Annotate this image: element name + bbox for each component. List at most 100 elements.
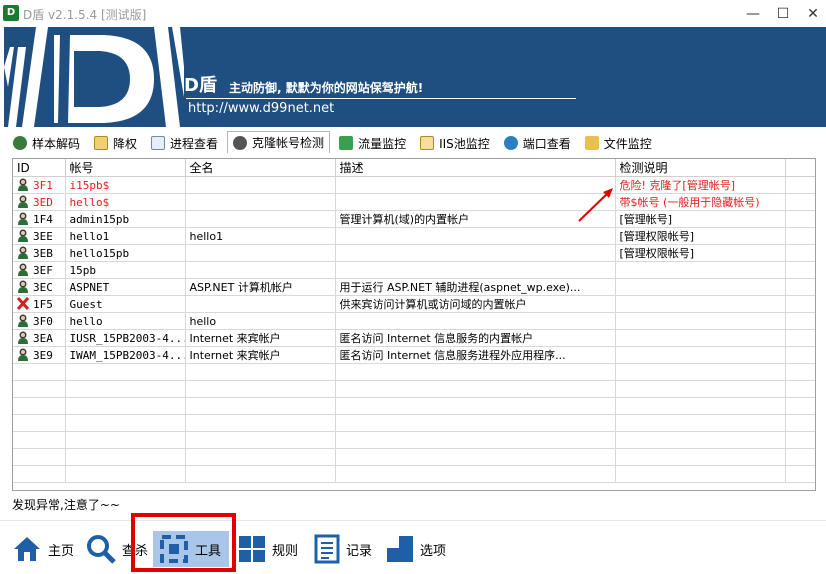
- cell-empty: [65, 414, 186, 432]
- table-row-empty[interactable]: [13, 380, 815, 398]
- cell-empty: [335, 414, 616, 432]
- bottom-nav: 主页 查杀 工具 规则 记录 选项: [0, 520, 826, 574]
- tab-iis-pool-monitor[interactable]: IIS池监控: [415, 133, 495, 153]
- cell-empty: [13, 414, 66, 432]
- cell-empty: [13, 431, 66, 449]
- cell-detection-note: [615, 329, 786, 347]
- close-button[interactable]: ✕: [800, 2, 826, 26]
- cell-filler: [785, 244, 815, 262]
- cell-description: [335, 227, 616, 245]
- tab-label: 样本解码: [32, 136, 81, 151]
- website-link[interactable]: http://www.d99net.net: [188, 101, 334, 116]
- tool-tabs: 样本解码 降权 进程查看 克隆帐号检测 流量监控 IIS池监控 端口查看 文件监…: [8, 131, 657, 153]
- table-row[interactable]: 3EE hello1 hello1 [管理权限帐号]: [13, 227, 815, 245]
- cell-empty: [335, 380, 616, 398]
- cell-id: 3EF: [13, 261, 66, 279]
- rules-grid-icon: [239, 536, 265, 562]
- annotation-arrow-icon: [578, 188, 613, 222]
- cell-description: [335, 312, 616, 330]
- table-row-empty[interactable]: [13, 397, 815, 415]
- table-row[interactable]: 1F4 admin15pb 管理计算机(域)的内置帐户 [管理帐号]: [13, 210, 815, 228]
- cell-empty: [615, 363, 786, 381]
- account-id: 3E9: [33, 349, 53, 362]
- table-row[interactable]: 3EC ASPNET ASP.NET 计算机帐户 用于运行 ASP.NET 辅助进程(…: [13, 278, 815, 296]
- tab-downgrade[interactable]: 降权: [89, 133, 142, 153]
- iis-pool-icon: [420, 136, 435, 150]
- cell-detection-note: [615, 278, 786, 296]
- account-id: 3ED: [33, 196, 53, 209]
- tab-label: 克隆帐号检测: [252, 136, 325, 150]
- cell-empty: [13, 397, 66, 415]
- account-id: 3EB: [33, 247, 53, 260]
- traffic-icon: [339, 136, 354, 150]
- downgrade-icon: [94, 136, 109, 150]
- column-header-fullname[interactable]: 全名: [185, 159, 336, 177]
- cell-empty: [185, 431, 336, 449]
- banner-slogan: 主动防御, 默默为你的网站保驾护航!: [229, 81, 424, 95]
- cell-fullname: [185, 261, 336, 279]
- cell-empty: [185, 363, 336, 381]
- column-header-id[interactable]: ID: [13, 159, 66, 177]
- maximize-button[interactable]: ☐: [770, 2, 796, 26]
- nav-label: 选项: [420, 543, 447, 559]
- table-row[interactable]: 3ED hello$ 带$帐号 (一般用于隐藏帐号): [13, 193, 815, 211]
- table-row-empty[interactable]: [13, 431, 815, 449]
- table-row[interactable]: 1F5 Guest 供来宾访问计算机或访问域的内置帐户: [13, 295, 815, 313]
- cell-empty: [13, 380, 66, 398]
- cell-detection-note: [615, 295, 786, 313]
- tab-file-monitor[interactable]: 文件监控: [580, 133, 657, 153]
- tab-label: 进程查看: [170, 136, 219, 151]
- nav-label: 记录: [346, 543, 373, 559]
- table-row[interactable]: 3EB hello15pb [管理权限帐号]: [13, 244, 815, 262]
- table-row-empty[interactable]: [13, 363, 815, 381]
- cell-filler: [785, 210, 815, 228]
- d-shield-logo-icon: [4, 27, 184, 127]
- table-row[interactable]: 3F0 hello hello: [13, 312, 815, 330]
- nav-label: 规则: [272, 543, 299, 559]
- cell-empty: [785, 397, 815, 415]
- table-row-empty[interactable]: [13, 414, 815, 432]
- tab-sample-decode[interactable]: 样本解码: [8, 133, 85, 153]
- cell-empty: [785, 431, 815, 449]
- cell-id: 1F5: [13, 295, 66, 313]
- nav-home-button[interactable]: 主页: [6, 531, 80, 567]
- table-row[interactable]: 3EA IUSR_15PB2003-4... Internet 来宾帐户 匿名访问 I…: [13, 329, 815, 347]
- cell-empty: [65, 380, 186, 398]
- tab-process-view[interactable]: 进程查看: [146, 133, 223, 153]
- cell-account: IWAM_15PB2003-4...: [65, 346, 186, 364]
- account-table[interactable]: ID 帐号 全名 描述 检测说明 3F1 i15pb$ 危险! 克隆了[管理帐号] 3…: [12, 158, 816, 491]
- account-id: 3EF: [33, 264, 53, 277]
- cell-empty: [65, 397, 186, 415]
- column-header-description[interactable]: 描述: [335, 159, 616, 177]
- cell-empty: [185, 414, 336, 432]
- cell-id: 3EB: [13, 244, 66, 262]
- column-header-detection-note[interactable]: 检测说明: [615, 159, 786, 177]
- cell-filler: [785, 193, 815, 211]
- table-row[interactable]: 3E9 IWAM_15PB2003-4... Internet 来宾帐户 匿名访问 I…: [13, 346, 815, 364]
- port-globe-icon: [503, 136, 518, 150]
- tab-clone-account-check[interactable]: 克隆帐号检测: [227, 131, 331, 153]
- cell-description: [335, 244, 616, 262]
- cell-empty: [615, 431, 786, 449]
- table-row-empty[interactable]: [13, 465, 815, 483]
- cell-fullname: hello1: [185, 227, 336, 245]
- cell-detection-note: [管理帐号]: [615, 210, 786, 228]
- tab-port-view[interactable]: 端口查看: [499, 133, 576, 153]
- cell-fullname: hello: [185, 312, 336, 330]
- nav-rules-button[interactable]: 规则: [232, 531, 304, 567]
- cell-empty: [785, 363, 815, 381]
- nav-options-button[interactable]: 选项: [380, 531, 452, 567]
- minimize-button[interactable]: —: [740, 2, 766, 26]
- cell-detection-note: [管理权限帐号]: [615, 244, 786, 262]
- user-icon: [17, 348, 29, 361]
- table-row[interactable]: 3EF 15pb: [13, 261, 815, 279]
- column-header-account[interactable]: 帐号: [65, 159, 186, 177]
- tab-traffic-monitor[interactable]: 流量监控: [334, 133, 411, 153]
- tab-label: 降权: [113, 136, 138, 151]
- cell-empty: [615, 380, 786, 398]
- nav-log-button[interactable]: 记录: [308, 531, 378, 567]
- table-row[interactable]: 3F1 i15pb$ 危险! 克隆了[管理帐号]: [13, 176, 815, 194]
- table-row-empty[interactable]: [13, 448, 815, 466]
- cell-description: 匿名访问 Internet 信息服务进程外应用程序...: [335, 346, 616, 364]
- cell-id: 3EA: [13, 329, 66, 347]
